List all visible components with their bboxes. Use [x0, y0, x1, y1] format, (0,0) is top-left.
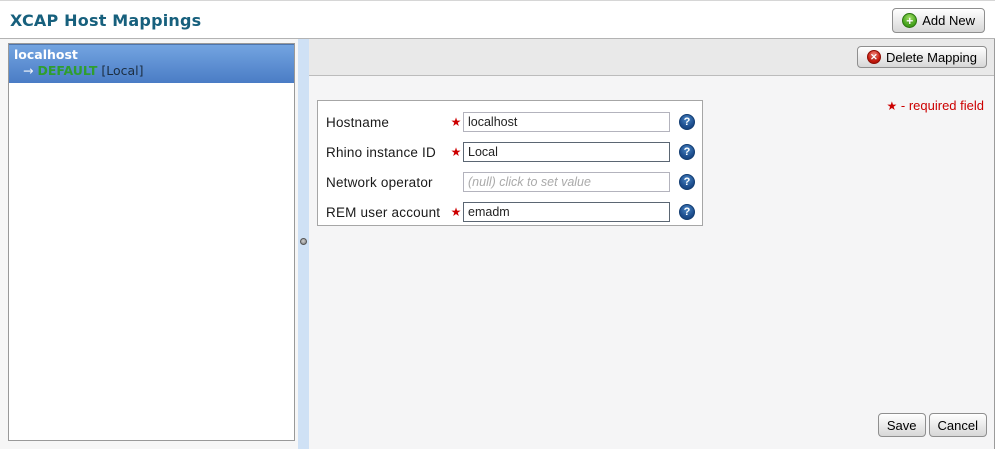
body-region: localhost → DEFAULT [Local] ✕ Delete Map… [0, 39, 995, 449]
required-star-icon: ★ [887, 99, 898, 113]
hostname-required-star-icon: ★ [449, 115, 463, 129]
rem-required-star-icon: ★ [449, 205, 463, 219]
mapping-form: Hostname ★ ? Rhino instance ID ★ ? Netwo… [317, 100, 703, 226]
form-row-network-operator: Network operator ? [318, 168, 702, 196]
add-new-label: Add New [922, 13, 975, 28]
page-title: XCAP Host Mappings [10, 11, 201, 30]
network-operator-input[interactable] [463, 172, 670, 192]
hostname-input[interactable] [463, 112, 670, 132]
splitter-grip-icon[interactable] [300, 238, 307, 245]
rem-user-account-label: REM user account [318, 205, 449, 220]
hostname-label: Hostname [318, 115, 449, 130]
network-operator-help-icon[interactable]: ? [679, 174, 695, 190]
add-plus-icon: + [902, 13, 917, 28]
panel-splitter[interactable] [298, 39, 309, 449]
arrow-right-icon: → [23, 63, 33, 78]
rhino-instance-id-input[interactable] [463, 142, 670, 162]
rhino-help-icon[interactable]: ? [679, 144, 695, 160]
mapping-detail-panel: ✕ Delete Mapping ★ - required field Host… [309, 39, 994, 449]
tree-host-label: localhost [14, 47, 289, 62]
delete-mapping-label: Delete Mapping [886, 50, 977, 65]
rhino-instance-id-label: Rhino instance ID [318, 145, 449, 160]
xcap-host-mappings-page: XCAP Host Mappings + Add New localhost →… [0, 0, 995, 449]
tree-instance-label: [Local] [101, 63, 143, 78]
form-row-rhino-instance-id: Rhino instance ID ★ ? [318, 138, 702, 166]
delete-mapping-button[interactable]: ✕ Delete Mapping [857, 46, 987, 68]
hostname-help-icon[interactable]: ? [679, 114, 695, 130]
tree-item-default-mapping[interactable]: → DEFAULT [Local] [14, 63, 289, 78]
form-action-bar: Save Cancel [878, 413, 987, 437]
save-button[interactable]: Save [878, 413, 926, 437]
required-legend-text: - required field [901, 98, 984, 113]
form-row-rem-user-account: REM user account ★ ? [318, 198, 702, 226]
tree-item-localhost[interactable]: localhost → DEFAULT [Local] [9, 44, 294, 83]
page-header: XCAP Host Mappings + Add New [0, 1, 995, 39]
detail-toolbar: ✕ Delete Mapping [309, 39, 994, 76]
required-field-legend: ★ - required field [887, 98, 985, 113]
add-new-button[interactable]: + Add New [892, 8, 985, 33]
delete-x-icon: ✕ [867, 50, 881, 64]
host-tree-panel: localhost → DEFAULT [Local] [8, 43, 295, 441]
tree-mapping-label: DEFAULT [37, 63, 97, 78]
rhino-required-star-icon: ★ [449, 145, 463, 159]
form-row-hostname: Hostname ★ ? [318, 108, 702, 136]
rem-user-account-input[interactable] [463, 202, 670, 222]
rem-help-icon[interactable]: ? [679, 204, 695, 220]
network-operator-label: Network operator [318, 175, 449, 190]
cancel-button[interactable]: Cancel [929, 413, 987, 437]
